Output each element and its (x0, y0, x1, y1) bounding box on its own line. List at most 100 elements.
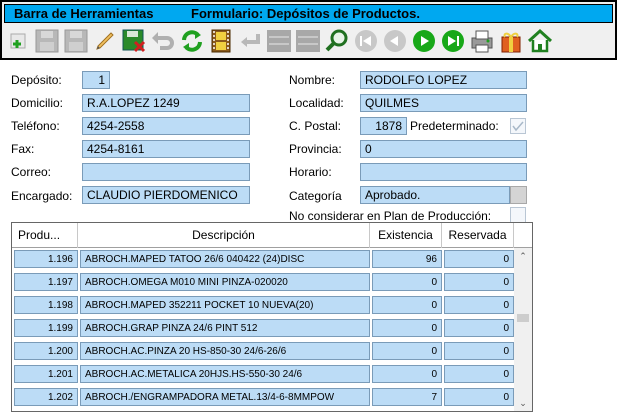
cell-producto[interactable]: 1.200 (14, 342, 78, 360)
cell-existencia[interactable]: 0 (372, 273, 442, 291)
predeterminado-checkbox[interactable] (510, 118, 526, 134)
toolbar-window-title: Barra de Herramientas (14, 6, 154, 21)
gift-button[interactable] (497, 26, 525, 56)
cell-descripcion[interactable]: ABROCH.OMEGA M010 MINI PINZA-020020 (80, 273, 370, 291)
panel-icon (267, 30, 291, 52)
cell-descripcion[interactable]: ABROCH.GRAP PINZA 24/6 PINT 512 (80, 319, 370, 337)
film-button[interactable] (207, 26, 235, 56)
save-button[interactable] (33, 26, 61, 56)
cell-existencia[interactable]: 0 (372, 342, 442, 360)
nombre-field[interactable]: RODOLFO LOPEZ (360, 71, 527, 89)
column-header-reservada[interactable]: Reservada (442, 223, 514, 248)
table-row[interactable]: 1.197 ABROCH.OMEGA M010 MINI PINZA-020020… (12, 271, 514, 292)
cell-producto[interactable]: 1.199 (14, 319, 78, 337)
scroll-thumb[interactable] (517, 314, 529, 322)
edit-button[interactable] (91, 26, 119, 56)
cell-producto[interactable]: 1.201 (14, 365, 78, 383)
enter-button[interactable] (236, 26, 264, 56)
first-record-button[interactable] (352, 26, 380, 56)
undo-icon (152, 32, 174, 50)
encargado-label: Encargado: (11, 189, 73, 203)
cell-existencia[interactable]: 0 (372, 319, 442, 337)
cell-descripcion[interactable]: ABROCH.MAPED 352211 POCKET 10 NUEVA(20) (80, 296, 370, 314)
delete-button[interactable] (120, 26, 148, 56)
cell-reservada[interactable]: 0 (444, 319, 514, 337)
edit-pencil-icon (96, 32, 114, 50)
cell-descripcion[interactable]: ABROCH.AC.PINZA 20 HS-850-30 24/6-26/6 (80, 342, 370, 360)
telefono-label: Teléfono: (11, 119, 60, 133)
nombre-label: Nombre: (289, 73, 336, 87)
telefono-field[interactable]: 4254-2558 (82, 117, 250, 135)
table-row[interactable]: 1.196 ABROCH.MAPED TATOO 26/6 040422 (24)… (12, 248, 514, 269)
table-row[interactable]: 1.199 ABROCH.GRAP PINZA 24/6 PINT 512 0 0 (12, 317, 514, 338)
grid-vertical-scrollbar[interactable]: ⌃ ⌄ (514, 248, 532, 411)
refresh-button[interactable] (178, 26, 206, 56)
cell-descripcion[interactable]: ABROCH.MAPED TATOO 26/6 040422 (24)DISC (80, 250, 370, 268)
fax-field[interactable]: 4254-8161 (82, 140, 250, 158)
grid-header: Produ... ▲ Descripción Existencia Reserv… (12, 223, 532, 266)
next-record-button[interactable] (410, 26, 438, 56)
cpostal-field[interactable]: 1878 (360, 117, 407, 135)
cell-existencia[interactable]: 7 (372, 388, 442, 406)
table-row[interactable]: 1.201 ABROCH.AC.METALICA 20HJS.HS-550-30 … (12, 363, 514, 384)
column-header-existencia[interactable]: Existencia (370, 223, 442, 248)
cell-descripcion[interactable]: ABROCH.AC.METALICA 20HJS.HS-550-30 24/6 (80, 365, 370, 383)
last-record-button[interactable] (439, 26, 467, 56)
panel-button[interactable] (265, 26, 293, 56)
delete-icon (122, 29, 146, 53)
table-row[interactable]: 1.198 ABROCH.MAPED 352211 POCKET 10 NUEVA… (12, 294, 514, 315)
cell-producto[interactable]: 1.198 (14, 296, 78, 314)
print-button[interactable] (468, 26, 496, 56)
correo-field[interactable] (82, 163, 250, 181)
cell-reservada[interactable]: 0 (444, 411, 514, 412)
cell-existencia[interactable]: 96 (372, 250, 442, 268)
cell-existencia[interactable]: 0 (372, 411, 442, 412)
encargado-field[interactable]: CLAUDIO PIERDOMENICO (82, 186, 250, 204)
search-button[interactable] (323, 26, 351, 56)
checkmark-icon (512, 121, 524, 132)
cell-descripcion[interactable]: ABROCH./ENGRAMPADORA METAL.13/4-6-8MMPOW (80, 388, 370, 406)
cell-producto[interactable]: 1.196 (14, 250, 78, 268)
cell-producto[interactable]: 1.203 (14, 411, 78, 412)
scroll-down-icon[interactable]: ⌄ (518, 398, 528, 408)
table-row[interactable]: 1.202 ABROCH./ENGRAMPADORA METAL.13/4-6-8… (12, 386, 514, 407)
horario-field[interactable] (360, 163, 527, 181)
printer-icon (471, 30, 493, 53)
column-header-producto[interactable]: Produ... ▲ (12, 223, 78, 266)
deposito-label: Depósito: (11, 73, 62, 87)
cell-existencia[interactable]: 0 (372, 296, 442, 314)
no-considerar-checkbox[interactable] (510, 207, 526, 223)
undo-button[interactable] (149, 26, 177, 56)
predeterminado-label: Predeterminado: (410, 119, 499, 133)
cell-reservada[interactable]: 0 (444, 250, 514, 268)
categoria-dropdown-button[interactable] (510, 186, 527, 204)
last-record-icon (442, 30, 464, 52)
save-as-button[interactable] (62, 26, 90, 56)
scroll-up-icon[interactable]: ⌃ (518, 251, 528, 261)
column-header-descripcion[interactable]: Descripción (78, 223, 370, 248)
cell-descripcion[interactable]: ABROCH.MAPED METAL HALF 24/6 26/6 352510 (80, 411, 370, 412)
cell-reservada[interactable]: 0 (444, 296, 514, 314)
previous-record-button[interactable] (381, 26, 409, 56)
deposito-field[interactable]: 1 (82, 71, 110, 89)
cell-reservada[interactable]: 0 (444, 273, 514, 291)
categoria-select[interactable]: Aprobado. (360, 186, 510, 204)
first-record-icon (355, 30, 377, 52)
cell-reservada[interactable]: 0 (444, 365, 514, 383)
domicilio-field[interactable]: R.A.LOPEZ 1249 (82, 94, 250, 112)
provincia-field[interactable]: 0 (360, 140, 527, 158)
table-row[interactable]: 1.200 ABROCH.AC.PINZA 20 HS-850-30 24/6-2… (12, 340, 514, 361)
cell-producto[interactable]: 1.197 (14, 273, 78, 291)
cell-existencia[interactable]: 0 (372, 365, 442, 383)
add-button[interactable] (4, 26, 32, 56)
cell-reservada[interactable]: 0 (444, 342, 514, 360)
panel-button-2[interactable] (294, 26, 322, 56)
horario-label: Horario: (289, 165, 332, 179)
localidad-field[interactable]: QUILMES (360, 94, 527, 112)
cell-reservada[interactable]: 0 (444, 388, 514, 406)
toolbar-window: Barra de Herramientas Formulario: Depósi… (0, 0, 617, 60)
film-icon (211, 29, 231, 53)
home-button[interactable] (526, 26, 554, 56)
table-row[interactable]: 1.203ABROCH.MAPED METAL HALF 24/6 26/6 3… (12, 409, 514, 412)
cell-producto[interactable]: 1.202 (14, 388, 78, 406)
